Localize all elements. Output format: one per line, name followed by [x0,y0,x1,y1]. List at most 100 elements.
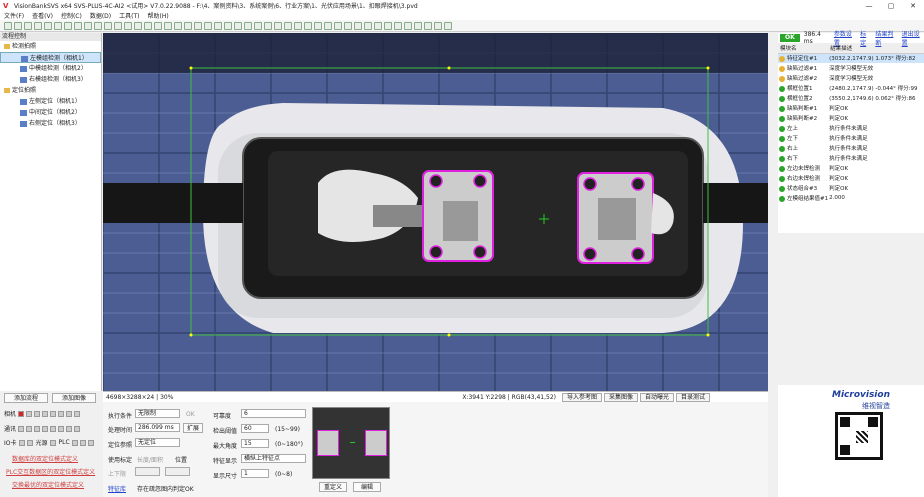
toolbar-button-icon[interactable] [94,21,102,30]
toolbar-button-icon[interactable] [304,21,312,30]
result-row[interactable]: 左下 执行条件未满足 [778,133,924,143]
toolbar-button-icon[interactable] [264,21,272,30]
toolbar-button-icon[interactable] [294,21,302,30]
result-row[interactable]: 右上 执行条件未满足 [778,143,924,153]
result-row[interactable]: 左边未焊检测 判定OK [778,163,924,173]
tree-item[interactable]: 左侧定位（相机1） [0,96,101,107]
menu-file[interactable]: 文件(F) [4,11,24,20]
toolbar-button-icon[interactable] [34,21,42,30]
position-checkbox[interactable]: 位置 [175,455,187,464]
toolbar-button-icon[interactable] [324,21,332,30]
toolbar-button-icon[interactable] [164,21,172,30]
toolbar-button-icon[interactable] [394,21,402,30]
link-exchange-mode[interactable]: 交换最优的双定位模式定义 [12,480,84,489]
score-select[interactable]: 6 [241,409,306,418]
toolbar-button-icon[interactable] [14,21,22,30]
result-row[interactable]: 左上 执行条件未满足 [778,123,924,133]
result-judge-link[interactable]: 结果判断 [875,29,897,47]
auto-exposure-button[interactable]: 自动曝光 [640,392,675,402]
redefine-button[interactable]: 重定义 [319,482,347,492]
toolbar-button-icon[interactable] [114,21,122,30]
upper-input[interactable] [165,467,190,476]
toolbar-button-icon[interactable] [194,21,202,30]
long-area-checkbox[interactable]: 长度/面积 [137,455,163,464]
toolbar-button-icon[interactable] [64,21,72,30]
toolbar-button-icon[interactable] [204,21,212,30]
toolbar-button-icon[interactable] [224,21,232,30]
menu-tools[interactable]: 工具(T) [119,11,139,20]
toolbar-button-icon[interactable] [134,21,142,30]
toolbar-button-icon[interactable] [244,21,252,30]
locref-select[interactable]: 无定位 [135,438,180,447]
toolbar-button-icon[interactable] [384,21,392,30]
exit-settings-link[interactable]: 退出设置 [902,29,924,47]
result-row[interactable]: 缺陷判断#1 判定OK [778,103,924,113]
toolbar-button-icon[interactable] [414,21,422,30]
menu-control[interactable]: 控制(C) [61,11,82,20]
toolbar-button-icon[interactable] [4,21,12,30]
capture-image-button[interactable]: 采集图像 [604,392,639,402]
toolbar-button-icon[interactable] [84,21,92,30]
link-db-mode[interactable]: 数据库的双定位模式定义 [12,454,78,463]
toolbar-button-icon[interactable] [24,21,32,30]
result-row[interactable]: 状态组合#3 判定OK [778,183,924,193]
result-row[interactable]: 缺陷过滤#2 深度学习模型无效 [778,73,924,83]
directory-test-button[interactable]: 目录测试 [676,392,711,402]
toolbar-button-icon[interactable] [124,21,132,30]
result-row[interactable]: 左模组结果值#1 2.000 [778,193,924,203]
result-row[interactable]: 横框位置2 (3550.2,1749.6) 0.062° 得分:86 [778,93,924,103]
link-plc-mode[interactable]: PLC交互数据区的双定位模式定义 [6,467,95,476]
toolbar-button-icon[interactable] [44,21,52,30]
toolbar-button-icon[interactable] [104,21,112,30]
toolbar-button-icon[interactable] [274,21,282,30]
toolbar-button-icon[interactable] [254,21,262,30]
feature-library-link[interactable]: 特征库 [108,484,126,493]
calibration-link[interactable]: 标定 [860,29,871,47]
menu-view[interactable]: 查看(V) [32,11,53,20]
feat-display-select[interactable]: 横纵上特征点 [241,454,306,463]
menu-help[interactable]: 帮助(H) [147,11,168,20]
angle-input[interactable]: 15 [241,439,269,448]
tree-item[interactable]: 右侧定位（相机3） [0,118,101,129]
maximize-button[interactable]: ▢ [880,2,902,10]
toolbar-button-icon[interactable] [354,21,362,30]
close-button[interactable]: ✕ [902,2,924,10]
tree-item[interactable]: 中间定位（相机2） [0,107,101,118]
expand-button[interactable]: 扩展 [183,423,203,433]
toolbar-button-icon[interactable] [434,21,442,30]
tree-item[interactable]: 右模组检测（相机3） [0,74,101,85]
minimize-button[interactable]: — [858,2,880,10]
ok-checkbox[interactable]: OK [186,411,195,418]
toolbar-button-icon[interactable] [144,21,152,30]
toolbar-button-icon[interactable] [334,21,342,30]
toolbar-button-icon[interactable] [214,21,222,30]
toolbar-button-icon[interactable] [314,21,322,30]
toolbar-button-icon[interactable] [374,21,382,30]
threshold-input[interactable]: 60 [241,424,269,433]
result-row[interactable]: 右下 执行条件未满足 [778,153,924,163]
import-reference-button[interactable]: 导入参考图 [562,392,603,402]
result-row[interactable]: 右边未焊检测 判定OK [778,173,924,183]
toolbar-button-icon[interactable] [174,21,182,30]
exec-cond-select[interactable]: 无限制 [135,409,180,418]
lower-input[interactable] [135,467,160,476]
tree-item[interactable]: 检测拍照 [0,41,101,52]
edit-button[interactable]: 编辑 [353,482,381,492]
tree-item[interactable]: 左模组检测（相机1） [0,52,101,63]
toolbar-button-icon[interactable] [364,21,372,30]
menu-data[interactable]: 数据(D) [90,11,111,20]
toolbar-button-icon[interactable] [54,21,62,30]
result-row[interactable]: 横框位置1 (2480.2,1747.9) -0.044° 得分:99 [778,83,924,93]
tree-item[interactable]: 定位拍照 [0,85,101,96]
toolbar-button-icon[interactable] [154,21,162,30]
toolbar-button-icon[interactable] [74,21,82,30]
toolbar-button-icon[interactable] [444,21,452,30]
toolbar-button-icon[interactable] [184,21,192,30]
toolbar-button-icon[interactable] [284,21,292,30]
toolbar-button-icon[interactable] [234,21,242,30]
result-row[interactable]: 缺陷判断#2 判定OK [778,113,924,123]
result-row[interactable]: 缺陷过滤#1 深度学习模型无效 [778,63,924,73]
tree-item[interactable]: 中模组检测（相机2） [0,63,101,74]
toolbar-button-icon[interactable] [424,21,432,30]
result-row[interactable]: 特征定位#1 (3032.2,1747.9) 1.073° 得分:82 [778,53,924,63]
